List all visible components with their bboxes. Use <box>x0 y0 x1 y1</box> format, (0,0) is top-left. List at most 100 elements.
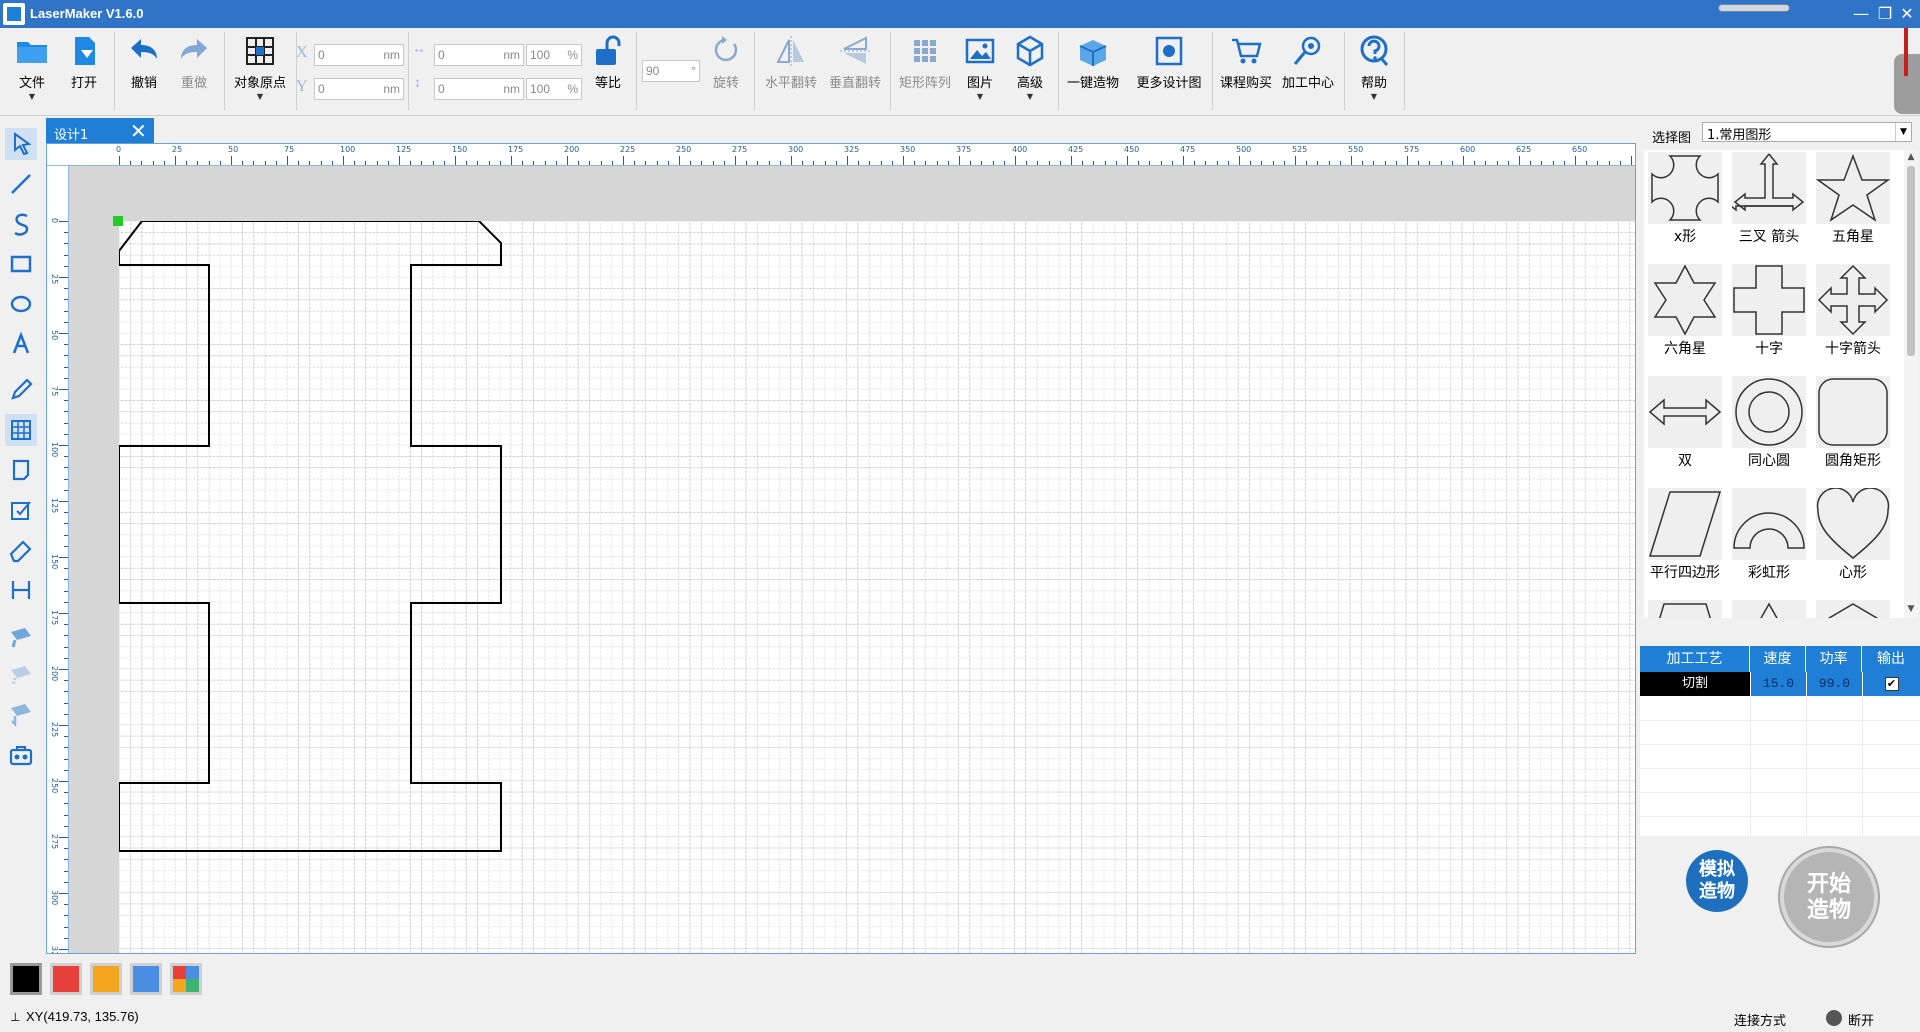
shape-item[interactable]: 同心圆 <box>1730 374 1808 480</box>
color-swatch-blue[interactable] <box>130 963 162 995</box>
shape-item[interactable]: 双 <box>1646 374 1724 480</box>
ruler-tick-label: 50 <box>228 145 239 154</box>
scroll-up-icon[interactable]: ▲ <box>1905 152 1917 162</box>
shape-name: 六角星 <box>1664 341 1706 357</box>
shape-item[interactable]: 十字 <box>1730 262 1808 368</box>
main-toolbar: 文件 ▼ 打开 撤销 重做 对象原点 ▼ X 0 nm Y 0 nm ↔ 0 n… <box>0 28 1920 116</box>
shape-item[interactable]: 彩虹形 <box>1730 486 1808 592</box>
simulate-make-button[interactable]: 模拟 造物 <box>1686 850 1748 912</box>
color-swatch-black[interactable] <box>10 963 42 995</box>
ruler-tick-mark <box>59 557 68 558</box>
eraser-tool[interactable] <box>5 534 37 566</box>
device-tool[interactable] <box>5 740 37 772</box>
ruler-tick-mark <box>1586 161 1588 165</box>
power-cell[interactable]: 99.0 <box>1806 672 1862 696</box>
ruler-tick-label: 275 <box>50 834 59 850</box>
shape-item[interactable]: 平行四边形 <box>1646 486 1724 592</box>
width-field[interactable]: 0 nm <box>434 44 524 66</box>
open-button[interactable]: 打开 <box>62 32 106 112</box>
advanced-button[interactable]: 高级 ▼ <box>1008 32 1052 112</box>
toolbar-separator <box>890 32 891 110</box>
close-window-button[interactable]: ✕ <box>1892 2 1920 26</box>
scroll-down-icon[interactable]: ▼ <box>1905 604 1917 614</box>
ruler-tick-mark <box>287 156 288 165</box>
color-swatch-multi[interactable] <box>170 963 202 995</box>
toolbar-separator <box>1058 32 1059 110</box>
measure-tool[interactable] <box>5 574 37 606</box>
text-tool[interactable] <box>5 328 37 360</box>
work-area-grid[interactable] <box>119 221 1636 954</box>
color-swatch-orange[interactable] <box>90 963 122 995</box>
fill-arrow-tool[interactable] <box>5 696 37 728</box>
lock-ratio-button[interactable]: 等比 <box>584 32 632 112</box>
ellipse-tool[interactable] <box>5 288 37 320</box>
page-tool[interactable] <box>5 454 37 486</box>
redo-button[interactable]: 重做 <box>172 32 216 112</box>
shape-item-partial[interactable] <box>1814 598 1892 618</box>
shape-item[interactable]: 十字箭头 <box>1814 262 1892 368</box>
design-shape[interactable] <box>119 221 1636 954</box>
rect-array-button[interactable]: 矩形阵列 <box>894 32 956 112</box>
design-canvas[interactable]: 0 25 50 75 100 125 150 175 200 225 250 275 300 325 350… <box>46 143 1636 954</box>
start-make-button[interactable]: 开始 造物 <box>1780 848 1878 946</box>
shape-item[interactable]: 六角星 <box>1646 262 1724 368</box>
scroll-thumb[interactable] <box>1907 166 1915 356</box>
shape-category-select[interactable]: 1.常用图形 ▼ <box>1702 122 1912 143</box>
shape-item[interactable]: x形 <box>1646 150 1724 256</box>
ruler-tick-mark <box>1015 156 1016 165</box>
ruler-tick-label: 150 <box>50 554 59 570</box>
output-checkbox[interactable]: ✔ <box>1884 676 1899 691</box>
ruler-tick-label: 75 <box>50 386 59 397</box>
shape-item[interactable]: 五角星 <box>1814 150 1892 256</box>
help-button[interactable]: 帮助 ▼ <box>1350 32 1398 112</box>
select-tool[interactable] <box>5 128 37 160</box>
color-swatch-red[interactable] <box>50 963 82 995</box>
flip-horizontal-icon <box>776 36 804 66</box>
redo-label: 重做 <box>180 76 207 91</box>
rotate-button[interactable]: 旋转 <box>704 32 748 112</box>
flip-horizontal-button[interactable]: 水平翻转 <box>760 32 822 112</box>
height-percent-field[interactable]: 100% <box>526 78 582 100</box>
one-click-make-button[interactable]: 一键造物 <box>1062 32 1124 112</box>
toolbar-overflow-handle[interactable] <box>1888 28 1920 114</box>
shape-item[interactable]: 圆角矩形 <box>1814 374 1892 480</box>
line-tool[interactable] <box>5 168 37 200</box>
more-designs-button[interactable]: 更多设计图 <box>1130 32 1208 112</box>
close-icon[interactable]: ✕ <box>130 119 147 143</box>
shape-item[interactable]: 心形 <box>1814 486 1892 592</box>
document-tab[interactable]: 设计1 ✕ <box>46 118 154 143</box>
shape-item[interactable]: 三叉 箭头 <box>1730 150 1808 256</box>
height-field[interactable]: 0 nm <box>434 78 524 100</box>
origin-handle[interactable] <box>113 216 123 226</box>
output-cell[interactable]: ✔ <box>1862 672 1920 696</box>
ruler-tick-mark <box>858 161 860 165</box>
shape-library-scrollbar[interactable]: ▲ ▼ <box>1904 150 1918 618</box>
process-cell[interactable]: 切割 <box>1640 672 1750 696</box>
file-button[interactable]: 文件 ▼ <box>8 32 56 112</box>
edit-tool[interactable] <box>5 494 37 526</box>
flip-vertical-icon <box>840 36 870 64</box>
ruler-tick-mark <box>163 161 165 165</box>
rectangle-tool[interactable] <box>5 248 37 280</box>
y-position-field[interactable]: 0 nm <box>314 78 404 100</box>
x-position-field[interactable]: 0 nm <box>314 44 404 66</box>
chevron-down-icon: ▼ <box>976 92 984 101</box>
pencil-tool[interactable] <box>5 374 37 406</box>
curve-tool[interactable] <box>5 208 37 240</box>
grid-tool[interactable] <box>5 414 37 446</box>
ruler-tick-mark <box>175 156 176 165</box>
fill-tool[interactable] <box>5 620 37 652</box>
object-origin-button[interactable]: 对象原点 ▼ <box>230 32 290 112</box>
course-buy-button[interactable]: 课程购买 <box>1216 32 1276 112</box>
shape-item-partial[interactable] <box>1646 598 1724 618</box>
rotate-angle-field[interactable]: 90 ° <box>642 60 700 82</box>
undo-button[interactable]: 撤销 <box>122 32 166 112</box>
image-button[interactable]: 图片 ▼ <box>958 32 1002 112</box>
flip-vertical-button[interactable]: 垂直翻转 <box>824 32 886 112</box>
speed-cell[interactable]: 15.0 <box>1750 672 1806 696</box>
fill-dotted-tool[interactable] <box>5 658 37 690</box>
ruler-tick-mark <box>936 161 938 165</box>
width-percent-field[interactable]: 100% <box>526 44 582 66</box>
shape-item-partial[interactable] <box>1730 598 1808 618</box>
process-center-button[interactable]: 加工中心 <box>1278 32 1338 112</box>
